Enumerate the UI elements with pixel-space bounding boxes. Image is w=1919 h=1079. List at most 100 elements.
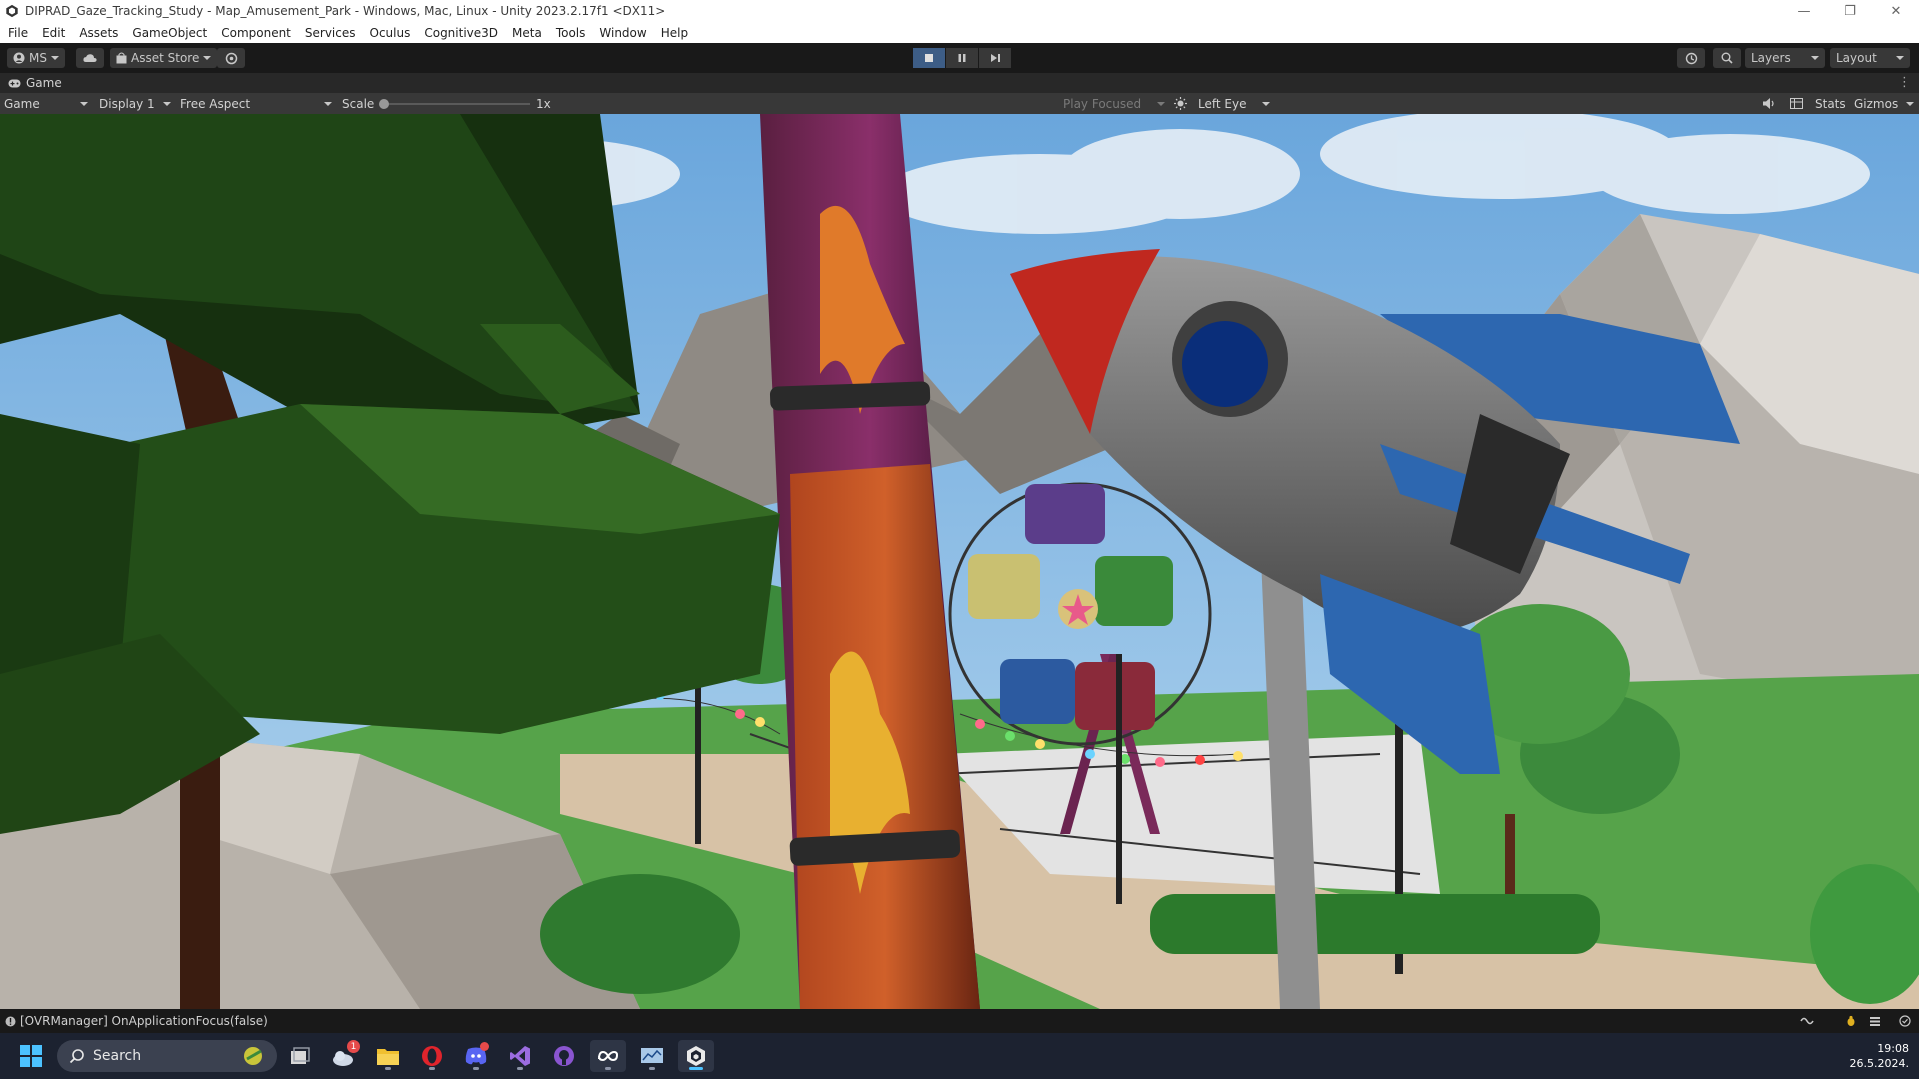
close-button[interactable]: ✕: [1873, 0, 1919, 22]
gizmos-dropdown[interactable]: Gizmos: [1854, 93, 1914, 114]
taskbar-search[interactable]: Search: [57, 1040, 277, 1072]
task-view-icon: [291, 1047, 310, 1064]
chevron-down-icon: [163, 101, 171, 106]
info-icon: [5, 1016, 16, 1026]
menu-tools[interactable]: Tools: [549, 26, 593, 40]
chevron-down-icon: [1262, 101, 1270, 106]
aspect-label: Free Aspect: [180, 96, 251, 111]
meta-infinity-icon: [598, 1050, 619, 1062]
menu-window[interactable]: Window: [592, 26, 653, 40]
taskbar-github-desktop[interactable]: [546, 1040, 582, 1072]
account-icon: [13, 52, 25, 64]
running-indicator: [473, 1067, 479, 1070]
account-label: MS: [29, 51, 47, 65]
taskbar-visual-studio[interactable]: [502, 1040, 538, 1072]
chevron-down-icon: [80, 101, 88, 106]
menu-services[interactable]: Services: [298, 26, 363, 40]
grid-icon: [1790, 98, 1803, 109]
search-placeholder: Search: [93, 1048, 142, 1064]
collab-button[interactable]: [217, 48, 245, 68]
restore-button[interactable]: ❐: [1827, 0, 1873, 22]
history-icon: [1685, 52, 1697, 64]
game-view-toolbar: Game Display 1 Free Aspect Scale 1x Play…: [0, 93, 1919, 114]
main-toolbar: MS Asset Store Layers Layout: [0, 43, 1919, 73]
taskbar-opera[interactable]: [414, 1040, 450, 1072]
cloud-icon: [83, 54, 97, 62]
folder-icon: [377, 1049, 399, 1065]
account-dropdown[interactable]: MS: [7, 48, 65, 68]
search-highlight-icon: [244, 1047, 262, 1065]
search-icon: [1721, 52, 1733, 64]
menu-assets[interactable]: Assets: [72, 26, 125, 40]
stack-icon[interactable]: [1869, 1015, 1881, 1027]
windows-logo-pane: [32, 1057, 42, 1067]
taskbar-weather[interactable]: 1: [326, 1040, 362, 1072]
layers-dropdown[interactable]: Layers: [1745, 48, 1825, 68]
windows-logo-icon: [20, 1045, 30, 1055]
xr-sun-icon[interactable]: [1174, 93, 1187, 114]
menu-help[interactable]: Help: [654, 26, 695, 40]
scale-slider-thumb[interactable]: [379, 98, 389, 109]
taskbar-clock[interactable]: 19:08 26.5.2024.: [1850, 1041, 1909, 1071]
speaker-icon: [1763, 98, 1774, 109]
chevron-down-icon: [324, 101, 332, 106]
tab-game-label: Game: [26, 76, 62, 90]
stop-button[interactable]: [913, 48, 945, 68]
menu-meta[interactable]: Meta: [505, 26, 549, 40]
play-focused-dropdown[interactable]: Play Focused: [1063, 93, 1165, 114]
taskbar-unity[interactable]: [678, 1040, 714, 1072]
menu-gameobject[interactable]: GameObject: [125, 26, 214, 40]
scale-slider[interactable]: [379, 93, 530, 114]
bug-icon[interactable]: [1845, 1015, 1857, 1027]
windows-logo-pane: [32, 1045, 42, 1055]
search-button[interactable]: [1713, 48, 1741, 68]
restore-icon: ❐: [1844, 3, 1856, 19]
cloud-button[interactable]: [76, 48, 104, 68]
step-button[interactable]: [979, 48, 1011, 68]
visual-studio-icon: [510, 1046, 530, 1066]
game-viewport[interactable]: [0, 114, 1919, 1009]
scale-slider-track: [379, 98, 530, 109]
start-button[interactable]: [20, 1045, 42, 1067]
running-indicator: [649, 1067, 655, 1070]
panel-menu-icon[interactable]: ⋮: [1898, 75, 1911, 90]
game-mode-dropdown[interactable]: Game: [4, 93, 88, 114]
check-circle-icon[interactable]: [1899, 1015, 1911, 1027]
taskbar-resource-monitor[interactable]: [634, 1040, 670, 1072]
taskbar-discord[interactable]: [458, 1040, 494, 1072]
shopping-bag-icon: [116, 52, 127, 64]
layout-grid-button[interactable]: [1790, 93, 1803, 114]
windows-taskbar: Search 1 19:08 26.5.2024.: [0, 1033, 1919, 1079]
github-icon: [554, 1046, 574, 1066]
undo-history-button[interactable]: [1677, 48, 1705, 68]
mute-audio-button[interactable]: [1763, 93, 1776, 114]
settings-gear-icon: [225, 52, 237, 64]
minimize-button[interactable]: —: [1781, 0, 1827, 22]
taskbar-meta-quest-link[interactable]: [590, 1040, 626, 1072]
title-bar: DIPRAD_Gaze_Tracking_Study - Map_Amuseme…: [0, 0, 1919, 22]
taskbar-file-explorer[interactable]: [370, 1040, 406, 1072]
stats-button[interactable]: Stats: [1815, 93, 1846, 114]
tab-game[interactable]: Game: [0, 73, 62, 93]
menu-cognitive3d[interactable]: Cognitive3D: [417, 26, 505, 40]
scale-value: 1x: [536, 96, 551, 111]
menu-edit[interactable]: Edit: [35, 26, 72, 40]
eye-dropdown[interactable]: Left Eye: [1198, 93, 1270, 114]
layout-dropdown[interactable]: Layout: [1830, 48, 1910, 68]
pause-button[interactable]: [946, 48, 978, 68]
game-mode-label: Game: [4, 96, 40, 111]
menu-file[interactable]: File: [0, 26, 35, 40]
aspect-dropdown[interactable]: Free Aspect: [180, 93, 332, 114]
oculus-link-icon[interactable]: [1800, 1016, 1814, 1026]
chevron-down-icon: [1896, 56, 1904, 60]
menu-oculus[interactable]: Oculus: [363, 26, 418, 40]
chevron-down-icon: [1906, 101, 1914, 106]
menu-component[interactable]: Component: [214, 26, 298, 40]
taskbar-task-view[interactable]: [282, 1040, 318, 1072]
asset-store-dropdown[interactable]: Asset Store: [110, 48, 218, 68]
display-dropdown[interactable]: Display 1: [99, 93, 171, 114]
console-message: [OVRManager] OnApplicationFocus(false): [20, 1014, 268, 1028]
stop-icon: [925, 54, 933, 62]
console-status-bar[interactable]: [OVRManager] OnApplicationFocus(false): [0, 1009, 1919, 1033]
close-icon: ✕: [1890, 3, 1902, 19]
